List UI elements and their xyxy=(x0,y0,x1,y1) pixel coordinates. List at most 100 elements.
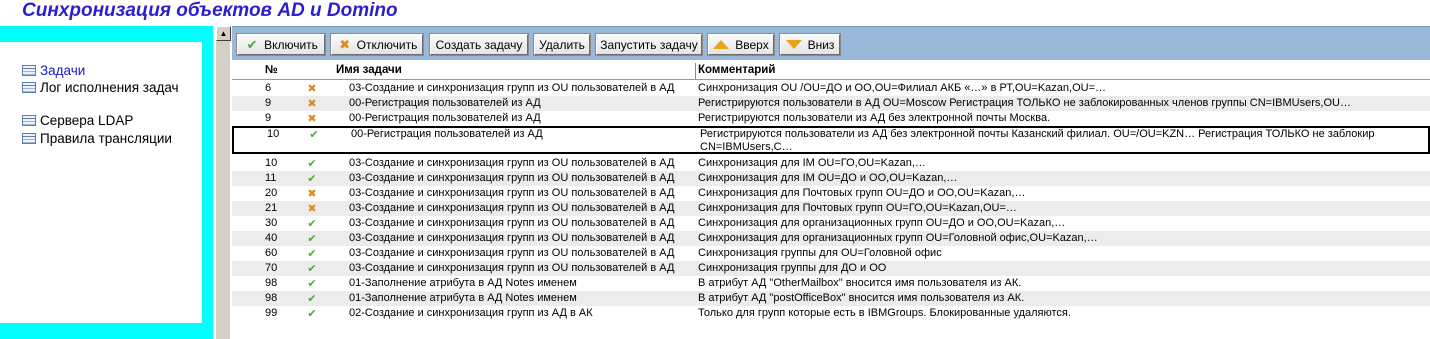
table-row[interactable]: 60 03-Создание и синхронизация групп из O… xyxy=(232,246,1430,261)
cell-comment: Регистрируются пользователи из АД без эл… xyxy=(700,128,1375,140)
cell-num: 70 xyxy=(265,262,278,274)
vertical-scrollbar[interactable]: ▲ xyxy=(215,26,231,339)
check-icon: ✔ xyxy=(307,158,317,170)
nav-item-label: Сервера LDAP xyxy=(40,112,134,128)
tasks-grid: № Имя задачи Комментарий 6 03-Создание и … xyxy=(232,62,1430,339)
cell-comment: Синхронизация для Почтовых групп OU=ГО,O… xyxy=(698,202,1017,214)
cell-comment: Только для групп которые есть в IBMGroup… xyxy=(698,307,1071,319)
cell-num: 40 xyxy=(265,232,278,244)
create-task-button-label: Создать задачу xyxy=(435,37,523,52)
table-row[interactable]: 30 03-Создание и синхронизация групп из O… xyxy=(232,216,1430,231)
create-task-button[interactable]: Создать задачу xyxy=(429,33,529,56)
cell-comment: Регистрируются пользователи в АД OU=Mosc… xyxy=(698,97,1351,109)
check-icon: ✔ xyxy=(307,248,317,260)
table-row[interactable]: 21 03-Создание и синхронизация групп из O… xyxy=(232,201,1430,216)
cross-icon: ✖ xyxy=(307,188,317,200)
cell-num: 21 xyxy=(265,202,278,214)
cell-num: 11 xyxy=(265,172,277,184)
navigation-list: Задачи Лог исполнения задач Сервера LDAP… xyxy=(0,42,202,323)
cell-comment: Синхронизация для организационных групп … xyxy=(698,232,1098,244)
check-icon: ✔ xyxy=(307,218,317,230)
cell-num: 9 xyxy=(265,97,272,109)
cell-task-name: 03-Создание и синхронизация групп из OU … xyxy=(349,262,675,274)
table-row[interactable]: 99 02-Создание и синхронизация групп из А… xyxy=(232,306,1430,321)
cell-task-name: 03-Создание и синхронизация групп из OU … xyxy=(349,247,675,259)
move-down-button[interactable]: Вниз xyxy=(779,33,841,56)
arrow-down-icon xyxy=(785,40,802,49)
table-icon xyxy=(22,114,36,126)
cell-num: 98 xyxy=(265,277,278,289)
cell-task-name: 03-Создание и синхронизация групп из OU … xyxy=(349,217,675,229)
cell-task-name: 02-Создание и синхронизация групп из АД … xyxy=(349,307,593,319)
grid-header: № Имя задачи Комментарий xyxy=(232,62,1430,80)
nav-item-tasks[interactable]: Задачи xyxy=(22,62,202,78)
cell-comment: Синхронизация группы для ДО и ОО xyxy=(698,262,887,274)
cell-num: 20 xyxy=(265,187,278,199)
scroll-up-arrow-icon[interactable]: ▲ xyxy=(216,26,231,41)
table-row[interactable]: 11 03-Создание и синхронизация групп из O… xyxy=(232,171,1430,186)
column-header-comment[interactable]: Комментарий xyxy=(698,64,775,76)
table-row[interactable]: 10 00-Регистрация пользователей из АД Реги… xyxy=(232,126,1430,154)
cell-num: 6 xyxy=(265,82,272,94)
cell-comment: В атрибут АД "OtherMailbox" вносится имя… xyxy=(698,277,1022,289)
table-row[interactable]: 20 03-Создание и синхронизация групп из O… xyxy=(232,186,1430,201)
delete-button[interactable]: Удалить xyxy=(533,33,591,56)
cell-task-name: 01-Заполнение атрибута в АД Notes именем xyxy=(349,277,577,289)
cross-icon: ✖ xyxy=(339,36,351,52)
window-title: Синхронизация объектов AD и Domino xyxy=(22,0,398,21)
nav-item-label: Правила трансляции xyxy=(40,130,172,146)
table-row[interactable]: 40 03-Создание и синхронизация групп из O… xyxy=(232,231,1430,246)
run-task-button[interactable]: Запустить задачу xyxy=(595,33,703,56)
cross-icon: ✖ xyxy=(307,83,317,95)
cell-comment: Синхронизация группы для OU=Головной офи… xyxy=(698,247,942,259)
table-row[interactable]: 9 00-Регистрация пользователей из АД Регис… xyxy=(232,96,1430,111)
nav-item-ldap-servers[interactable]: Сервера LDAP xyxy=(22,112,202,128)
table-icon xyxy=(22,132,36,144)
cell-num: 60 xyxy=(265,247,278,259)
table-row[interactable]: 9 00-Регистрация пользователей из АД Регис… xyxy=(232,111,1430,126)
cross-icon: ✖ xyxy=(307,203,317,215)
cell-comment: В атрибут АД "postOfficeBox" вносится им… xyxy=(698,292,1025,304)
table-row[interactable]: 10 03-Создание и синхронизация групп из O… xyxy=(232,156,1430,171)
table-row[interactable]: 98 01-Заполнение атрибута в АД Notes имен… xyxy=(232,276,1430,291)
delete-button-label: Удалить xyxy=(539,37,585,52)
enable-button-label: Включить xyxy=(264,37,318,52)
cell-task-name: 03-Создание и синхронизация групп из OU … xyxy=(349,232,675,244)
column-header-num[interactable]: № xyxy=(265,64,278,76)
nav-item-translation-rules[interactable]: Правила трансляции xyxy=(22,130,202,146)
cell-comment: Синхронизация для Почтовых групп OU=ДО и… xyxy=(698,187,1026,199)
table-icon xyxy=(22,81,36,93)
cell-task-name: 03-Создание и синхронизация групп из OU … xyxy=(349,82,675,94)
check-icon: ✔ xyxy=(246,36,258,52)
cell-task-name: 03-Создание и синхронизация групп из OU … xyxy=(349,187,675,199)
check-icon: ✔ xyxy=(307,233,317,245)
main-panel: ✔ Включить ✖ Отключить Создать задачу Уд… xyxy=(232,26,1430,339)
cell-num: 10 xyxy=(265,157,278,169)
enable-button[interactable]: ✔ Включить xyxy=(236,33,326,56)
move-down-button-label: Вниз xyxy=(807,37,835,52)
navigation-panel: Задачи Лог исполнения задач Сервера LDAP… xyxy=(0,26,213,339)
check-icon: ✔ xyxy=(307,278,317,290)
table-row[interactable]: 6 03-Создание и синхронизация групп из OU… xyxy=(232,81,1430,96)
table-row[interactable]: 98 01-Заполнение атрибута в АД Notes имен… xyxy=(232,291,1430,306)
cell-num: 98 xyxy=(265,292,278,304)
cell-num: 9 xyxy=(265,112,272,124)
cell-task-name: 01-Заполнение атрибута в АД Notes именем xyxy=(349,292,577,304)
cell-comment: Синхронизация для IM OU=ДО и ОО,OU=Kazan… xyxy=(698,172,958,184)
toolbar: ✔ Включить ✖ Отключить Создать задачу Уд… xyxy=(232,26,1430,60)
disable-button-label: Отключить xyxy=(356,37,418,52)
check-icon: ✔ xyxy=(307,293,317,305)
disable-button[interactable]: ✖ Отключить xyxy=(330,33,424,56)
cell-comment: Синхронизация для IM OU=ГО,OU=Kazan,… xyxy=(698,157,926,169)
cross-icon: ✖ xyxy=(307,113,317,125)
column-header-name[interactable]: Имя задачи xyxy=(336,64,402,76)
cell-comment: Синхронизация OU /OU=ДО и ОО,OU=Филиал А… xyxy=(698,82,1106,94)
cell-task-name: 03-Создание и синхронизация групп из OU … xyxy=(349,157,675,169)
check-icon: ✔ xyxy=(307,308,317,320)
check-icon: ✔ xyxy=(307,173,317,185)
column-divider[interactable] xyxy=(695,63,696,79)
cell-comment-line2: CN=IBMUsers,C… xyxy=(700,141,793,153)
nav-item-task-log[interactable]: Лог исполнения задач xyxy=(22,79,202,95)
move-up-button[interactable]: Вверх xyxy=(707,33,775,56)
table-row[interactable]: 70 03-Создание и синхронизация групп из O… xyxy=(232,261,1430,276)
